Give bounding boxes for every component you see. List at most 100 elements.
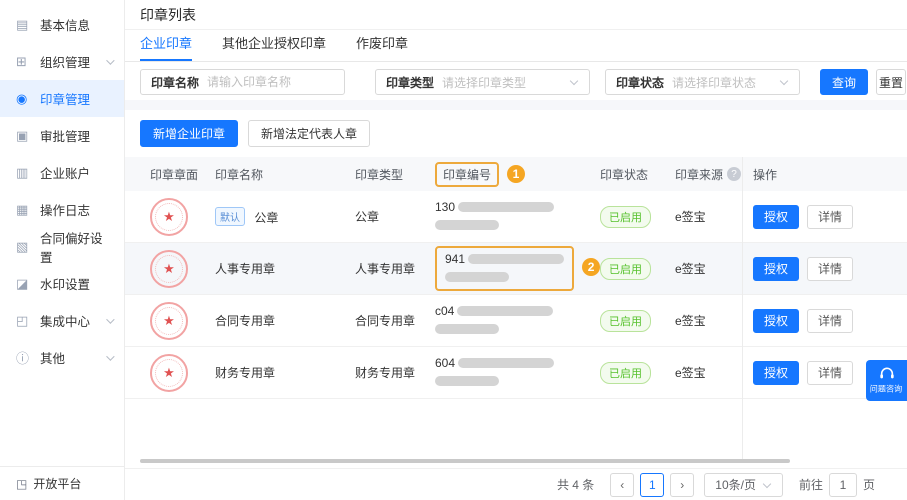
star-icon: ★: [163, 209, 175, 224]
seal-type: 公章: [355, 210, 380, 224]
sidebar-item-enterprise-account[interactable]: ▥ 企业账户: [0, 154, 124, 191]
seal-number: 130: [435, 200, 555, 233]
other-icon: ⓘ: [16, 351, 30, 366]
prev-page-button[interactable]: ‹: [610, 472, 635, 497]
sidebar-item-org-management[interactable]: ⊞ 组织管理: [0, 43, 124, 80]
next-page-button[interactable]: ›: [670, 472, 695, 497]
help-question-icon[interactable]: ?: [727, 167, 742, 181]
status-badge: 已启用: [600, 361, 651, 384]
page-unit-label: 页: [862, 478, 875, 492]
seal-source: e签宝: [675, 366, 706, 380]
chevron-down-icon: [106, 351, 115, 361]
authorize-button[interactable]: 授权: [753, 256, 800, 281]
table-row: ★ 财务专用章 财务专用章 604 已启用 e签宝 授权 详情: [125, 347, 907, 399]
open-platform-label: 开放平台: [33, 477, 82, 491]
seal-name: 财务专用章: [215, 366, 276, 380]
seal-source: e签宝: [675, 210, 706, 224]
total-count: 共 4 条: [556, 478, 595, 492]
sidebar-item-label: 审批管理: [40, 130, 91, 144]
tab-enterprise-seals[interactable]: 企业印章: [140, 33, 193, 61]
watermark-icon: ◪: [16, 275, 29, 291]
tab-voided-seals[interactable]: 作废印章: [356, 33, 408, 61]
redacted-text: [435, 376, 499, 386]
goto-label: 前往: [798, 478, 823, 492]
chevron-down-icon: [106, 314, 115, 324]
help-consult-label: 问题咨询: [870, 384, 903, 394]
seal-image: ★: [150, 249, 188, 288]
page-title: 印章列表: [125, 0, 907, 30]
seal-image: ★: [150, 353, 188, 392]
table-row: ★ 合同专用章 合同专用章 c04 已启用 e签宝 授权 详情: [125, 295, 907, 347]
seal-type-select[interactable]: 请选择印章类型: [442, 74, 563, 91]
sidebar-item-other[interactable]: ⓘ 其他: [0, 339, 124, 376]
star-icon: ★: [163, 365, 175, 380]
star-icon: ★: [163, 313, 175, 328]
seal-type-filter[interactable]: 印章类型 请选择印章类型: [375, 69, 590, 95]
details-button[interactable]: 详情: [807, 308, 854, 333]
sidebar-item-contract-preference[interactable]: ▧ 合同偏好设置: [0, 228, 124, 265]
details-button[interactable]: 详情: [807, 204, 854, 229]
seal-name-input[interactable]: [207, 75, 344, 89]
main-content: 印章列表 企业印章 其他企业授权印章 作废印章 印章名称 印章类型 请选择印章类…: [125, 0, 907, 500]
sidebar-item-label: 水印设置: [40, 278, 91, 292]
horizontal-scrollbar[interactable]: [140, 459, 790, 463]
tab-authorized-seals[interactable]: 其他企业授权印章: [222, 33, 326, 61]
help-consult-button[interactable]: 问题咨询: [866, 360, 907, 401]
fixed-column-divider: [742, 157, 743, 463]
col-seal-type: 印章类型: [355, 167, 404, 182]
status-badge: 已启用: [600, 205, 651, 228]
filter-bar: 印章名称 印章类型 请选择印章类型 印章状态 请选择印章状态 查询 重置: [125, 62, 907, 100]
seal-name-filter: 印章名称: [140, 69, 345, 95]
col-seal-status: 印章状态: [600, 167, 649, 182]
integration-icon: ◰: [16, 312, 29, 328]
sidebar-item-approval-management[interactable]: ▣ 审批管理: [0, 117, 124, 154]
seal-status-filter[interactable]: 印章状态 请选择印章状态: [605, 69, 800, 95]
search-button[interactable]: 查询: [820, 69, 868, 95]
chevron-down-icon: [762, 479, 772, 488]
chevron-down-icon: [779, 76, 789, 86]
sidebar-item-seal-management[interactable]: ◉ 印章管理: [0, 80, 124, 117]
open-platform-link[interactable]: ◳ 开放平台: [0, 466, 124, 500]
default-badge: 默认: [215, 207, 245, 226]
sidebar-item-label: 企业账户: [40, 167, 91, 181]
seal-source: e签宝: [675, 314, 706, 328]
sidebar-item-basic-info[interactable]: ▤ 基本信息: [0, 6, 124, 43]
add-enterprise-seal-button[interactable]: 新增企业印章: [140, 120, 239, 147]
seal-status-select[interactable]: 请选择印章状态: [672, 74, 773, 91]
authorize-button[interactable]: 授权: [753, 308, 800, 333]
sidebar-menu: ▤ 基本信息 ⊞ 组织管理 ◉ 印章管理 ▣ 审批管理 ▥ 企业账户 ▦ 操作日…: [0, 0, 124, 376]
sidebar-item-integration-center[interactable]: ◰ 集成中心: [0, 302, 124, 339]
reset-button[interactable]: 重置: [876, 69, 906, 95]
authorize-button[interactable]: 授权: [753, 204, 800, 229]
status-badge: 已启用: [600, 257, 651, 280]
approval-icon: ▣: [16, 127, 29, 143]
contract-pref-icon: ▧: [16, 238, 29, 254]
redacted-text: [458, 358, 555, 368]
details-button[interactable]: 详情: [807, 256, 854, 281]
col-seal-number: 印章编号 1: [425, 161, 590, 187]
tour-step-2-badge: 2: [582, 258, 601, 276]
goto-page-input[interactable]: [828, 472, 857, 497]
tour-step-1-badge: 1: [507, 165, 526, 183]
org-icon: ⊞: [16, 53, 27, 69]
seal-status-filter-label: 印章状态: [616, 75, 665, 90]
add-legal-rep-seal-button[interactable]: 新增法定代表人章: [248, 120, 371, 147]
seal-image: ★: [150, 301, 188, 340]
star-icon: ★: [163, 261, 175, 276]
log-icon: ▦: [16, 201, 29, 217]
page-number-1[interactable]: 1: [640, 472, 665, 497]
seal-type: 合同专用章: [355, 314, 416, 328]
seal-type: 财务专用章: [355, 366, 416, 380]
col-seal-source: 印章来源 ?: [665, 166, 743, 183]
details-button[interactable]: 详情: [807, 360, 854, 385]
sidebar-item-operation-log[interactable]: ▦ 操作日志: [0, 191, 124, 228]
seal-number: c04: [435, 304, 554, 337]
seal-number: 604: [435, 356, 555, 389]
col-seal-face: 印章章面: [150, 167, 199, 182]
authorize-button[interactable]: 授权: [753, 360, 800, 385]
table-header: 印章章面 印章名称 印章类型 印章编号 1 印章状态 印章来源 ? 操作: [125, 157, 907, 191]
page-size-select[interactable]: 10条/页: [704, 472, 783, 497]
chevron-down-icon: [106, 55, 115, 65]
action-bar: 新增企业印章 新增法定代表人章: [125, 110, 907, 157]
sidebar-item-watermark-settings[interactable]: ◪ 水印设置: [0, 265, 124, 302]
